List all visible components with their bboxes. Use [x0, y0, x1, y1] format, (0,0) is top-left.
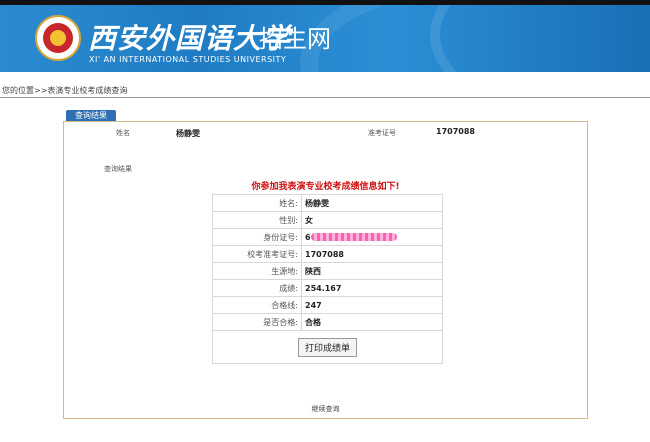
field-label: 身份证号:: [212, 228, 302, 246]
field-label: 性别:: [212, 211, 302, 229]
score-table: 姓名: 杨静雯 性别: 女 身份证号: 6 校考准考证号: 1707088 生源…: [212, 194, 443, 364]
continue-query-link[interactable]: 继续查询: [64, 404, 587, 414]
table-row: 合格线: 247: [212, 296, 443, 314]
table-row: 性别: 女: [212, 211, 443, 229]
table-row: 成绩: 254.167: [212, 279, 443, 297]
name-label: 姓名: [116, 129, 130, 137]
table-row: 姓名: 杨静雯: [212, 194, 443, 212]
id-number-value: 6: [301, 228, 443, 246]
result-panel: 姓名 杨静雯 准考证号 1707088 查询结果 你参加我表演专业校考成绩信息如…: [63, 121, 588, 419]
score-notice: 你参加我表演专业校考成绩信息如下!: [251, 182, 400, 192]
site-suffix: 招生网: [259, 25, 331, 53]
table-row: 打印成绩单: [212, 330, 443, 364]
table-row: 是否合格: 合格: [212, 313, 443, 331]
seal-center: [50, 30, 66, 46]
redaction-mark: [310, 233, 397, 241]
name-value: 杨静雯: [176, 129, 200, 138]
field-value: 1707088: [301, 245, 443, 263]
field-value: 合格: [301, 313, 443, 331]
breadcrumb: 您的位置>>表演专业校考成绩查询: [2, 86, 128, 95]
banner-swirl: [430, 5, 650, 72]
field-label: 生源地:: [212, 262, 302, 280]
field-value: 254.167: [301, 279, 443, 297]
field-label: 合格线:: [212, 296, 302, 314]
ticket-label: 准考证号: [368, 129, 396, 137]
university-seal-logo[interactable]: [35, 15, 81, 61]
field-label: 成绩:: [212, 279, 302, 297]
table-row: 身份证号: 6: [212, 228, 443, 246]
print-cell: 打印成绩单: [212, 330, 443, 364]
field-value: 陕西: [301, 262, 443, 280]
field-label: 是否合格:: [212, 313, 302, 331]
divider: [0, 97, 650, 98]
field-value: 247: [301, 296, 443, 314]
table-row: 生源地: 陕西: [212, 262, 443, 280]
field-value: 杨静雯: [301, 194, 443, 212]
ticket-value: 1707088: [436, 127, 475, 136]
field-label: 姓名:: [212, 194, 302, 212]
print-button[interactable]: 打印成绩单: [297, 337, 357, 357]
field-value: 女: [301, 211, 443, 229]
site-banner: 西安外国语大学 招生网 XI' AN INTERNATIONAL STUDIES…: [0, 5, 650, 72]
field-label: 校考准考证号:: [212, 245, 302, 263]
school-name-en: XI' AN INTERNATIONAL STUDIES UNIVERSITY: [89, 55, 287, 64]
id-prefix: 6: [305, 232, 311, 242]
table-row: 校考准考证号: 1707088: [212, 245, 443, 263]
section-label: 查询结果: [104, 165, 132, 173]
